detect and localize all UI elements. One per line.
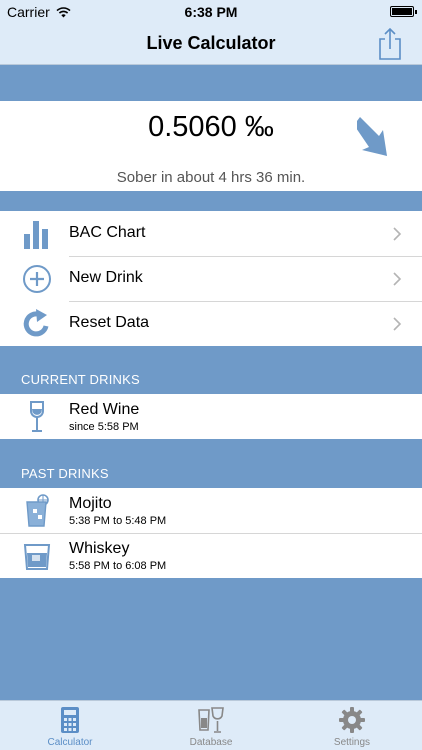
list-item[interactable]: Whiskey 5:58 PM to 6:08 PM xyxy=(0,533,422,578)
reload-icon xyxy=(23,309,49,337)
menu-item-label: New Drink xyxy=(69,269,143,286)
chevron-right-icon xyxy=(393,272,402,286)
current-drinks-list: Red Wine since 5:58 PM xyxy=(0,394,422,439)
whiskey-glass-icon xyxy=(23,544,51,570)
menu-item-new-drink[interactable]: New Drink xyxy=(0,256,422,301)
current-drinks-header: CURRENT DRINKS xyxy=(21,372,140,387)
nav-bar: Live Calculator xyxy=(0,24,422,65)
chevron-right-icon xyxy=(393,227,402,241)
status-time: 6:38 PM xyxy=(184,4,238,20)
trend-down-arrow-icon xyxy=(357,117,387,156)
drinks-database-icon xyxy=(198,707,224,733)
past-drinks-header: PAST DRINKS xyxy=(21,466,109,481)
tab-database[interactable]: Database xyxy=(141,701,281,750)
drink-name: Red Wine xyxy=(69,401,140,418)
tab-label: Database xyxy=(189,737,233,748)
menu-item-bac-chart[interactable]: BAC Chart xyxy=(0,211,422,256)
battery-icon xyxy=(390,6,417,17)
menu-item-label: BAC Chart xyxy=(69,224,146,241)
share-icon[interactable] xyxy=(376,27,404,61)
drink-time: 5:58 PM to 6:08 PM xyxy=(69,560,167,572)
menu-item-reset-data[interactable]: Reset Data xyxy=(0,301,422,346)
list-item[interactable]: Mojito 5:38 PM to 5:48 PM xyxy=(0,488,422,533)
calculator-icon xyxy=(61,707,79,733)
list-item[interactable]: Red Wine since 5:58 PM xyxy=(0,394,422,439)
plus-circle-icon xyxy=(23,265,51,293)
drink-time: 5:38 PM to 5:48 PM xyxy=(69,515,167,527)
bar-chart-icon xyxy=(24,221,48,249)
tab-label: Settings xyxy=(333,737,371,748)
wine-glass-icon xyxy=(30,401,44,432)
menu-panel: BAC Chart New Drink Reset Data xyxy=(0,211,422,346)
status-bar: Carrier 6:38 PM xyxy=(0,0,422,24)
cocktail-icon xyxy=(26,494,49,527)
drink-name: Mojito xyxy=(69,495,112,512)
page-title: Live Calculator xyxy=(146,33,276,53)
drink-time: since 5:58 PM xyxy=(69,421,139,433)
chevron-right-icon xyxy=(393,317,402,331)
tab-calculator[interactable]: Calculator xyxy=(0,701,140,750)
tab-bar: Calculator Database Settings xyxy=(0,700,422,750)
tab-settings[interactable]: Settings xyxy=(282,701,422,750)
tab-label: Calculator xyxy=(47,737,93,748)
sober-estimate: Sober in about 4 hrs 36 min. xyxy=(116,169,306,186)
gear-icon xyxy=(339,707,365,733)
menu-item-label: Reset Data xyxy=(69,314,150,331)
past-drinks-list: Mojito 5:38 PM to 5:48 PM Whiskey 5:58 P… xyxy=(0,488,422,578)
drink-name: Whiskey xyxy=(69,540,130,557)
